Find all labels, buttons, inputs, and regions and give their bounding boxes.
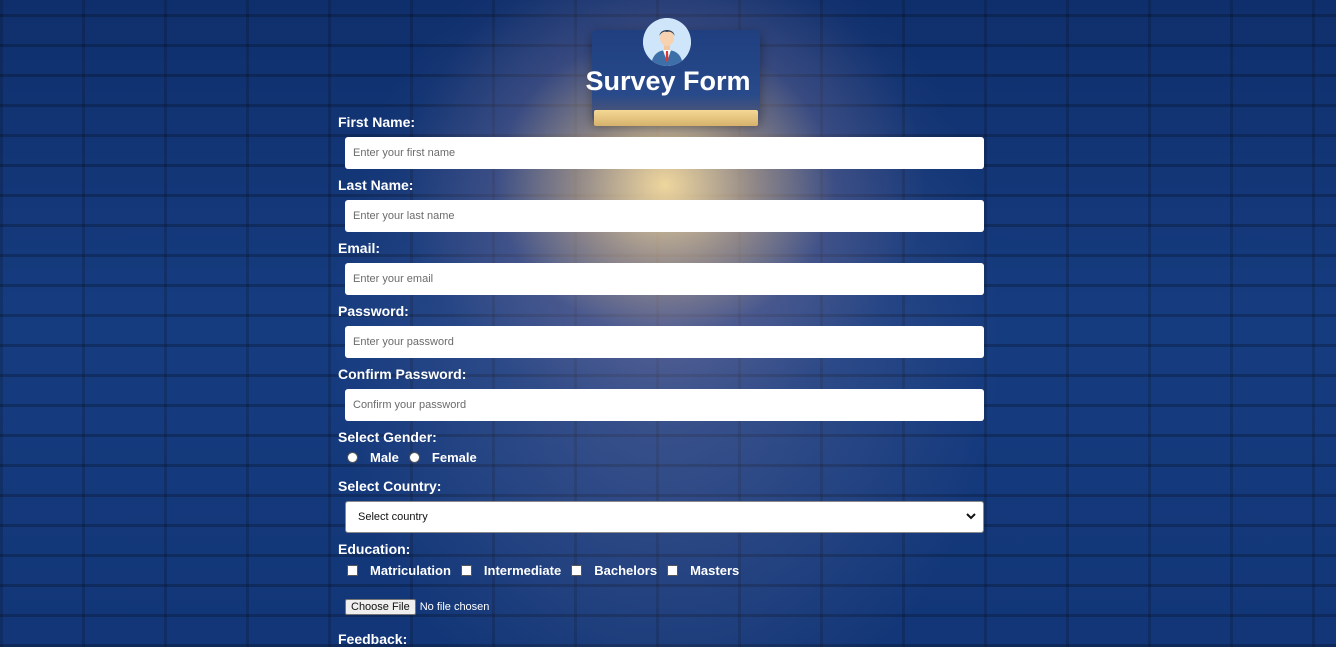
education-checkbox-intermediate[interactable] bbox=[460, 565, 472, 576]
education-checkbox-matriculation[interactable] bbox=[347, 565, 358, 576]
gender-radio-female[interactable] bbox=[408, 452, 420, 463]
first-name-label: First Name: bbox=[338, 114, 416, 130]
file-status: No file chosen bbox=[419, 601, 490, 613]
confirm-password-label: Confirm Password: bbox=[338, 366, 467, 382]
education-label: Education: bbox=[338, 541, 411, 557]
last-name-input[interactable] bbox=[345, 200, 984, 232]
email-input[interactable] bbox=[345, 263, 984, 295]
gender-options: Male Female bbox=[347, 450, 487, 465]
first-name-input[interactable] bbox=[345, 137, 984, 169]
password-label: Password: bbox=[338, 303, 409, 319]
country-select-value: Select country bbox=[358, 511, 428, 523]
gender-label: Select Gender: bbox=[338, 429, 437, 445]
last-name-label: Last Name: bbox=[338, 177, 414, 193]
user-avatar-icon bbox=[643, 18, 691, 66]
education-option-label: Bachelors bbox=[594, 563, 658, 578]
choose-file-button[interactable]: Choose File bbox=[345, 599, 416, 615]
education-option-label: Masters bbox=[690, 563, 740, 578]
password-input[interactable] bbox=[345, 326, 984, 358]
education-checkbox-masters[interactable] bbox=[667, 565, 679, 576]
gender-option-label: Female bbox=[431, 450, 477, 465]
education-option-label: Intermediate bbox=[483, 563, 562, 578]
gender-option-label: Male bbox=[370, 450, 399, 465]
feedback-label: Feedback: bbox=[338, 631, 408, 647]
education-checkbox-bachelors[interactable] bbox=[571, 565, 583, 576]
country-label: Select Country: bbox=[338, 478, 442, 494]
confirm-password-input[interactable] bbox=[345, 389, 984, 421]
page-title: Survey Form bbox=[585, 66, 751, 96]
email-label: Email: bbox=[338, 240, 381, 256]
education-options: Matriculation Intermediate Bachelors Mas… bbox=[347, 563, 749, 578]
gender-radio-male[interactable] bbox=[347, 452, 358, 463]
lamp-light bbox=[594, 110, 758, 126]
file-upload: Choose File No file chosen bbox=[345, 599, 489, 615]
chevron-down-icon bbox=[966, 510, 976, 522]
country-select[interactable]: Select country bbox=[345, 501, 984, 533]
education-option-label: Matriculation bbox=[370, 563, 451, 578]
